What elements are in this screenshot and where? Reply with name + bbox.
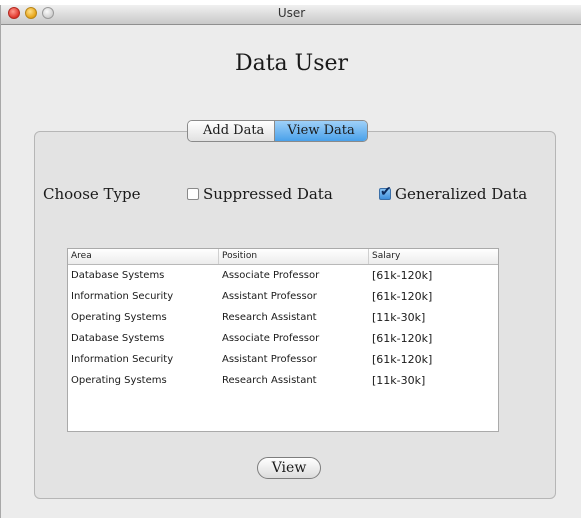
results-table: Area Position Salary Database Systems As… <box>67 248 499 432</box>
cell-position: Assistant Professor <box>222 354 317 365</box>
suppressed-data-checkbox[interactable]: Suppressed Data <box>187 185 333 203</box>
cell-position: Research Assistant <box>222 375 317 386</box>
cell-salary: [61k-120k] <box>372 290 433 303</box>
cell-position: Assistant Professor <box>222 291 317 302</box>
cell-salary: [61k-120k] <box>372 269 433 282</box>
table-row[interactable]: Information Security Assistant Professor… <box>68 349 498 370</box>
table-row[interactable]: Information Security Assistant Professor… <box>68 286 498 307</box>
window-title: User <box>277 6 306 20</box>
column-header-salary[interactable]: Salary <box>369 249 498 264</box>
app-window: User Data User Add Data View Data Choose… <box>0 5 581 518</box>
table-row[interactable]: Database Systems Associate Professor [61… <box>68 265 498 286</box>
cell-position: Associate Professor <box>222 333 320 344</box>
table-header: Area Position Salary <box>68 249 498 265</box>
title-bar[interactable]: User <box>1 5 581 25</box>
cell-salary: [11k-30k] <box>372 374 426 387</box>
column-header-position[interactable]: Position <box>219 249 369 264</box>
cell-area: Database Systems <box>71 270 165 281</box>
tab-bar: Add Data View Data <box>187 120 368 142</box>
suppressed-data-label: Suppressed Data <box>203 185 333 203</box>
page-title: Data User <box>234 51 349 76</box>
cell-area: Operating Systems <box>71 312 167 323</box>
checkbox-checked-icon[interactable] <box>379 184 392 200</box>
cell-position: Research Assistant <box>222 312 317 323</box>
cell-salary: [61k-120k] <box>372 353 433 366</box>
table-row[interactable]: Database Systems Associate Professor [61… <box>68 328 498 349</box>
view-button[interactable]: View <box>257 457 321 479</box>
cell-area: Information Security <box>71 354 174 365</box>
cell-salary: [61k-120k] <box>372 332 433 345</box>
table-row[interactable]: Operating Systems Research Assistant [11… <box>68 307 498 328</box>
cell-area: Database Systems <box>71 333 165 344</box>
cell-area: Information Security <box>71 291 174 302</box>
generalized-data-checkbox[interactable]: Generalized Data <box>379 184 528 203</box>
tab-view-data[interactable]: View Data <box>275 121 367 141</box>
column-header-area[interactable]: Area <box>68 249 219 264</box>
choose-type-label: Choose Type <box>43 185 141 203</box>
cell-salary: [11k-30k] <box>372 311 426 324</box>
checkbox-unchecked-icon[interactable] <box>187 188 199 200</box>
table-row[interactable]: Operating Systems Research Assistant [11… <box>68 370 498 391</box>
tab-add-data[interactable]: Add Data <box>188 121 276 141</box>
generalized-data-label: Generalized Data <box>395 185 528 203</box>
cell-area: Operating Systems <box>71 375 167 386</box>
cell-position: Associate Professor <box>222 270 320 281</box>
